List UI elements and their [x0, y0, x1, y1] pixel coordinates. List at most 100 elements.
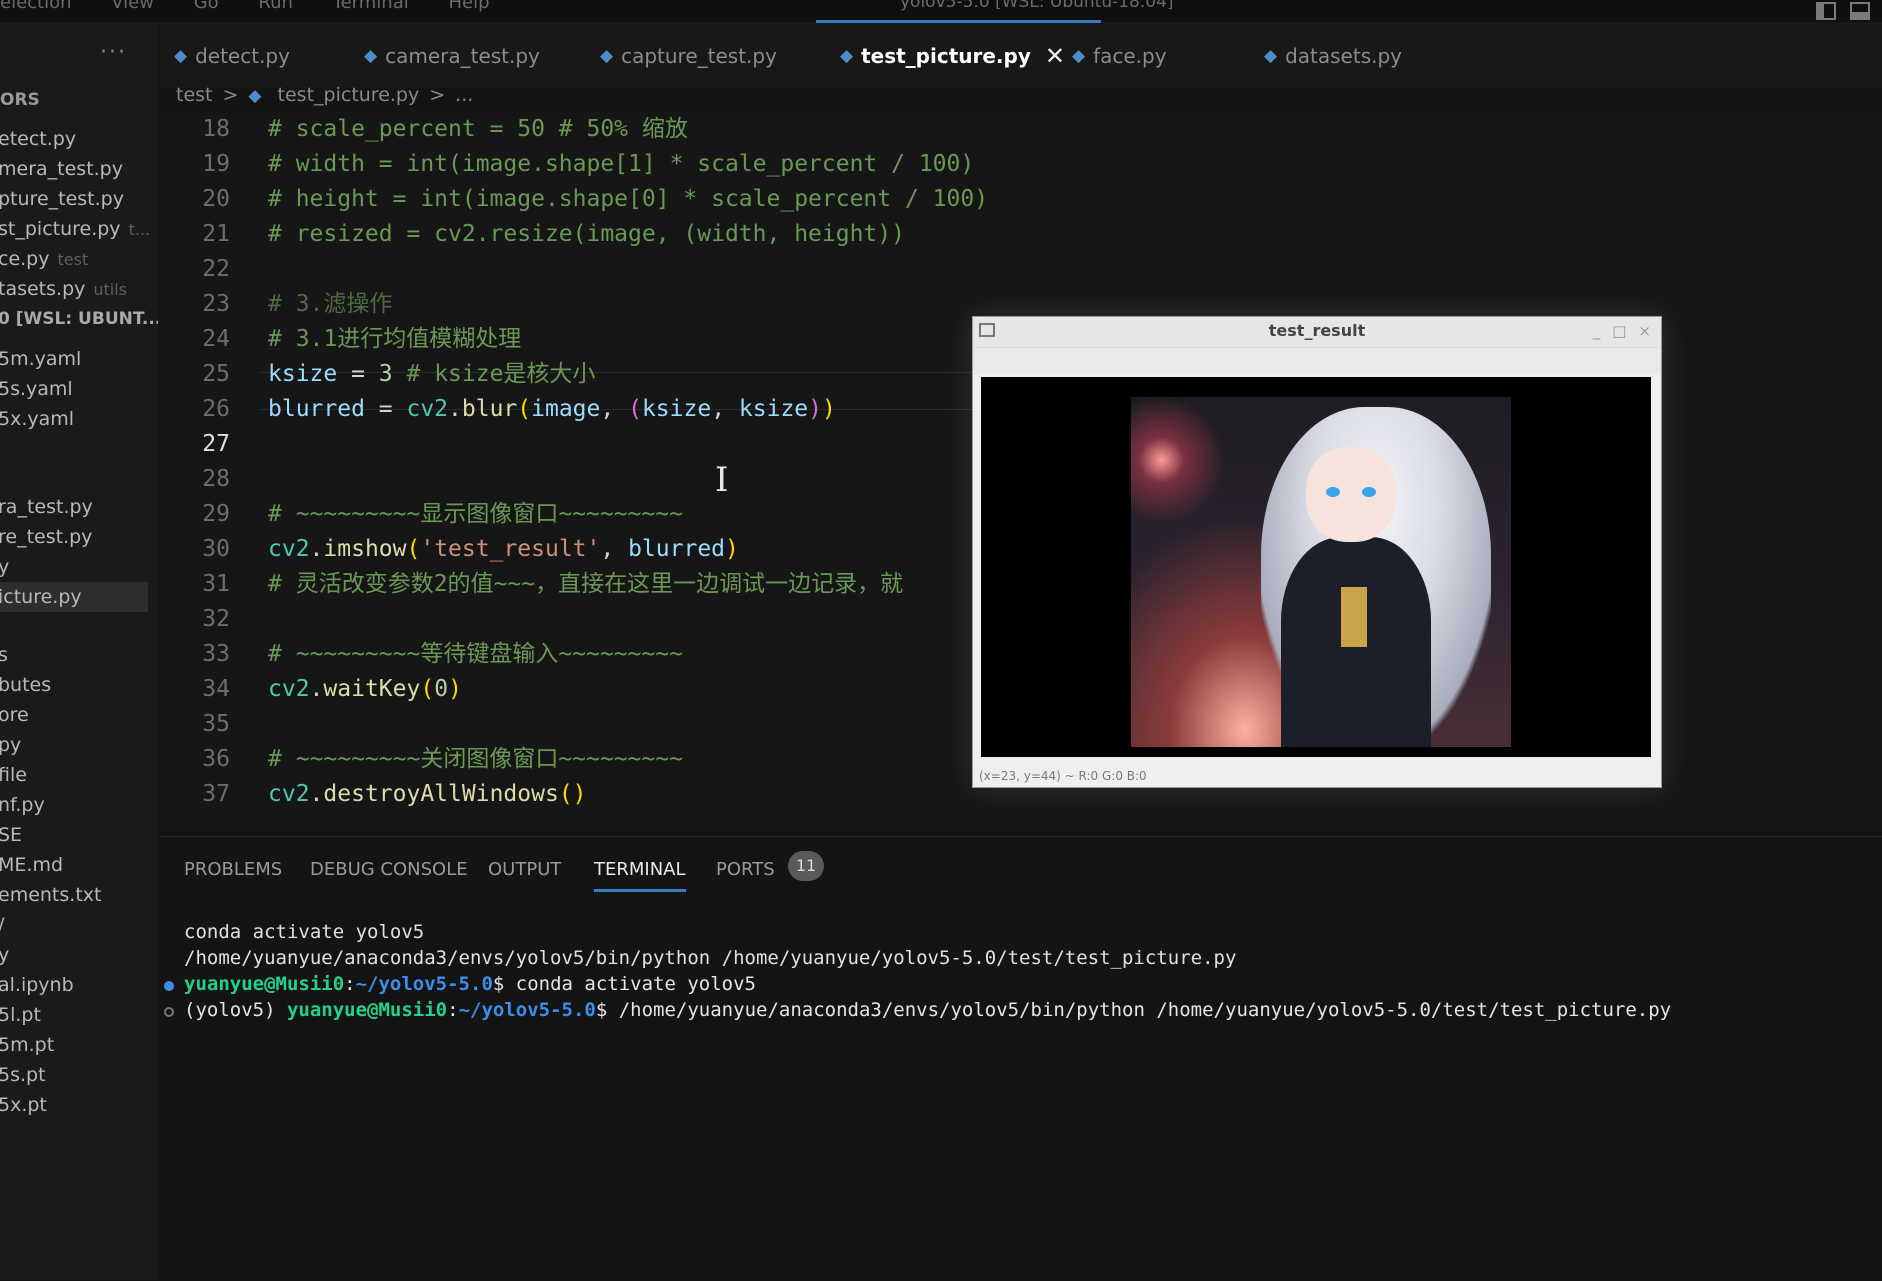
token-bracket: (: [628, 396, 642, 422]
file-label: butes: [0, 674, 52, 696]
comment: # ~~~~~~~~~显示图像窗口~~~~~~~~~: [268, 501, 683, 527]
line-number: 34: [202, 676, 230, 702]
file-item[interactable]: re_test.py: [0, 522, 92, 552]
terminal-line: /home/yuanyue/anaconda3/envs/yolov5/bin/…: [184, 947, 1237, 969]
line-number: 35: [202, 711, 230, 737]
window-titlebar[interactable]: test_result _ □ ×: [973, 317, 1661, 347]
open-editor-camera-test[interactable]: mera_test.py: [0, 154, 123, 184]
file-item[interactable]: butes: [0, 670, 51, 700]
tab-problems[interactable]: PROBLEMS: [184, 859, 282, 880]
terminal-sep: :: [344, 973, 356, 995]
tab-debug-console[interactable]: DEBUG CONSOLE: [310, 859, 468, 880]
comment: # 灵活改变参数2的值~~~，直接在这里一边调试一边记录，就: [268, 571, 904, 597]
code-content: blurred = cv2.blur(image, (ksize, ksize)…: [268, 392, 836, 426]
opencv-image-window[interactable]: test_result _ □ × (x=23, y=44) ~ R:0 G:0…: [972, 316, 1662, 788]
tab-detect[interactable]: ◆ detect.py: [174, 38, 290, 74]
token-function: destroyAllWindows: [323, 781, 559, 807]
line-number: 28: [202, 466, 230, 492]
file-label: tasets.py: [0, 278, 86, 300]
toggle-panel-icon[interactable]: [1850, 2, 1870, 20]
file-item[interactable]: 5x.pt: [0, 1090, 47, 1120]
menu-view[interactable]: View: [111, 0, 154, 13]
command-running-icon[interactable]: [164, 1007, 174, 1017]
terminal-line: (yolov5) yuanyue@Musii0:~/yolov5-5.0$ /h…: [164, 999, 1671, 1021]
file-item[interactable]: 5x.yaml: [0, 404, 74, 434]
tab-capture-test[interactable]: ◆ capture_test.py: [600, 38, 777, 74]
more-actions-icon[interactable]: ···: [100, 40, 127, 65]
file-item[interactable]: al.ipynb: [0, 970, 74, 1000]
file-label: 5s.yaml: [0, 378, 73, 400]
breadcrumb-symbol[interactable]: ...: [455, 84, 473, 106]
file-item[interactable]: ME.md: [0, 850, 63, 880]
file-item[interactable]: 5s.pt: [0, 1060, 46, 1090]
menu-help[interactable]: Help: [448, 0, 489, 13]
open-editor-test-picture[interactable]: st_picture.py t...: [0, 214, 150, 244]
file-item[interactable]: 5s.yaml: [0, 374, 73, 404]
close-tab-icon[interactable]: ✕: [1045, 42, 1065, 70]
folder-label: 0 [WSL: UBUNT...: [0, 309, 158, 329]
image-canvas[interactable]: [981, 377, 1651, 757]
file-item[interactable]: /: [0, 910, 4, 940]
workspace-folder-header[interactable]: 0 [WSL: UBUNT...: [0, 304, 158, 334]
file-desc: utils: [93, 280, 128, 299]
maximize-icon[interactable]: □: [1612, 322, 1626, 340]
comment: # 3.1进行均值模糊处理: [268, 326, 522, 352]
comment: # resized = cv2.resize(image, (width, he…: [268, 221, 905, 247]
tab-face[interactable]: ◆ face.py: [1072, 38, 1167, 74]
file-item[interactable]: s: [0, 640, 8, 670]
code-content: cv2.imshow('test_result', blurred): [268, 532, 739, 566]
file-item[interactable]: file: [0, 760, 27, 790]
tab-datasets[interactable]: ◆ datasets.py: [1264, 38, 1402, 74]
open-editor-datasets[interactable]: tasets.py utils: [0, 274, 127, 304]
terminal-prompt: $: [492, 973, 516, 995]
file-item[interactable]: 5m.pt: [0, 1030, 54, 1060]
menu-run[interactable]: Run: [258, 0, 293, 13]
toggle-sidebar-icon[interactable]: [1816, 2, 1836, 20]
command-success-icon[interactable]: [164, 981, 174, 991]
file-item[interactable]: y: [0, 552, 9, 582]
menu-go[interactable]: Go: [194, 0, 219, 13]
menu-selection[interactable]: election: [0, 0, 72, 13]
tab-test-picture[interactable]: ◆ test_picture.py ✕: [816, 20, 1101, 74]
breadcrumb-file[interactable]: test_picture.py: [278, 84, 420, 106]
token-string: 'test_result': [420, 536, 601, 562]
terminal-command: conda activate yolov5: [515, 973, 756, 995]
token-comma: ,: [600, 536, 629, 562]
file-item[interactable]: SE: [0, 820, 22, 850]
file-item[interactable]: 5m.yaml: [0, 344, 81, 374]
file-item[interactable]: ore: [0, 700, 29, 730]
breadcrumb: test > ◆ test_picture.py >...: [176, 84, 483, 106]
token-comment: # ksize是核大小: [392, 361, 596, 387]
python-file-icon: ◆: [1072, 46, 1086, 66]
file-item[interactable]: y: [0, 940, 9, 970]
file-item[interactable]: 5l.pt: [0, 1000, 41, 1030]
tab-terminal[interactable]: TERMINAL: [594, 859, 686, 892]
menu-terminal[interactable]: Terminal: [333, 0, 409, 13]
code-content: cv2.destroyAllWindows(): [268, 777, 587, 811]
token-variable: ksize: [738, 396, 809, 422]
close-icon[interactable]: ×: [1638, 322, 1651, 340]
file-desc: t...: [128, 220, 151, 239]
python-file-icon: ◆: [248, 86, 262, 106]
tab-camera-test[interactable]: ◆ camera_test.py: [364, 38, 540, 74]
open-editor-face[interactable]: ce.py test: [0, 244, 88, 274]
file-label: 5s.pt: [0, 1064, 46, 1086]
file-item[interactable]: nf.py: [0, 790, 45, 820]
file-item-active[interactable]: icture.py: [0, 582, 148, 612]
open-editor-detect[interactable]: etect.py: [0, 124, 76, 154]
file-item[interactable]: ements.txt: [0, 880, 101, 910]
file-label: ra_test.py: [0, 496, 93, 518]
open-editor-capture-test[interactable]: pture_test.py: [0, 184, 124, 214]
anime-character-image: [1131, 397, 1511, 747]
tab-ports[interactable]: PORTS: [716, 859, 775, 880]
token-number: 0: [434, 676, 449, 702]
open-editors-header[interactable]: ORS: [0, 90, 40, 110]
minimize-icon[interactable]: _: [1593, 322, 1601, 340]
file-item[interactable]: py: [0, 730, 21, 760]
token-module: cv2: [268, 536, 310, 562]
image-eye: [1326, 487, 1340, 497]
breadcrumb-folder[interactable]: test: [176, 84, 213, 106]
tab-output[interactable]: OUTPUT: [488, 859, 561, 880]
file-item[interactable]: ra_test.py: [0, 492, 93, 522]
file-label: ce.py: [0, 248, 50, 270]
